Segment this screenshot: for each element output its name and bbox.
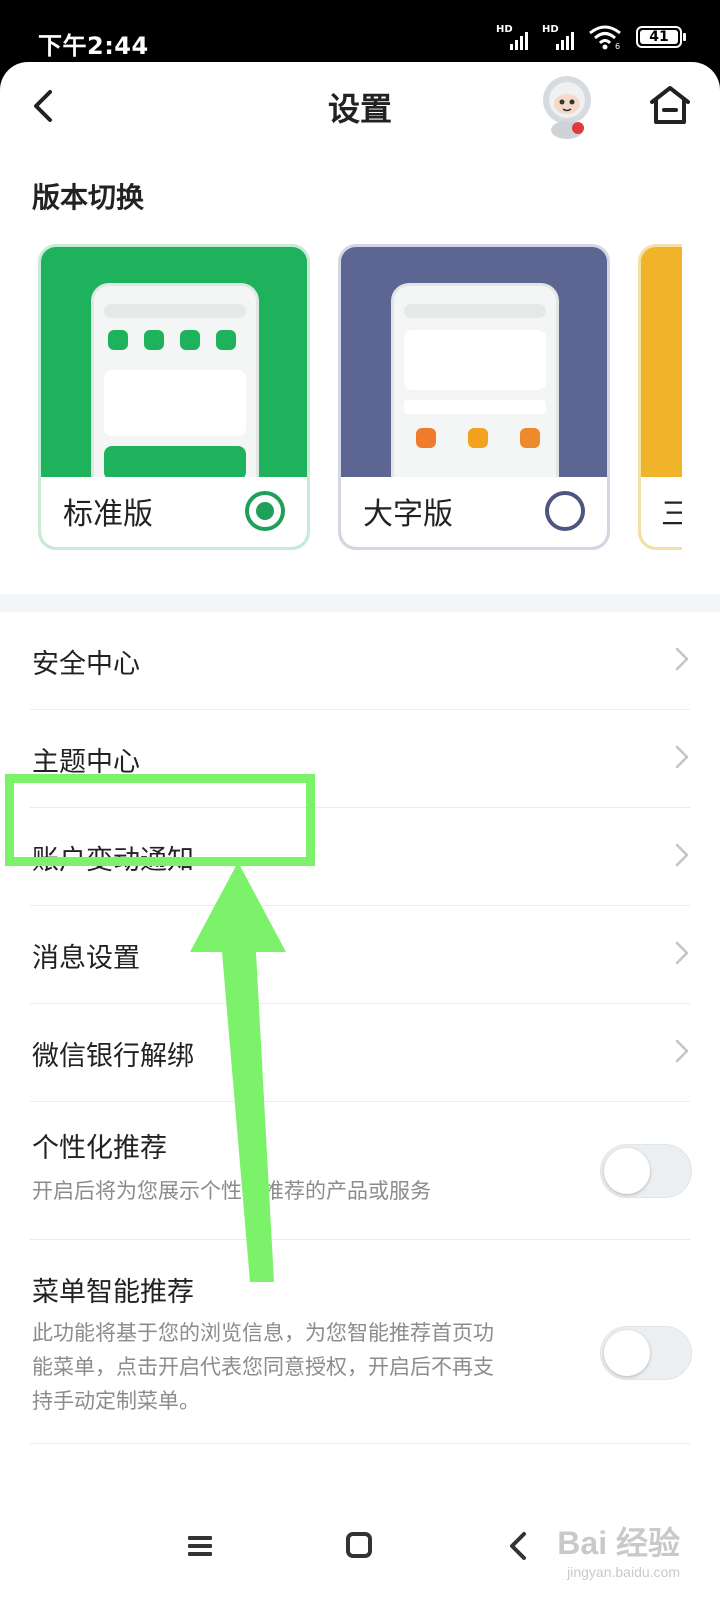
settings-item-label: 消息设置 (32, 943, 140, 974)
status-time: 下午2:44 (38, 32, 149, 60)
section-divider (0, 594, 720, 612)
settings-list: 安全中心 主题中心 账户变动通知 消息设置 微信银行解绑 个性化推荐 开启后将为… (0, 612, 720, 1444)
version-switch-label: 版本切换 (32, 181, 145, 214)
version-label-standard: 标准版 (63, 497, 153, 532)
status-icons: HD HD 6 41 (496, 24, 686, 50)
radio-selected-icon[interactable] (245, 491, 285, 531)
menu-icon[interactable] (182, 1526, 222, 1566)
menu-smart-desc-line2: 能菜单，点击开启代表您同意授权，开启后不再支 (32, 1355, 494, 1379)
home-icon[interactable] (646, 80, 694, 128)
menu-smart-toggle[interactable] (600, 1326, 692, 1380)
menu-smart-desc-line3: 持手动定制菜单。 (32, 1389, 200, 1413)
chevron-right-icon (675, 1039, 689, 1063)
home-square-icon[interactable] (340, 1526, 380, 1566)
version-card-third[interactable]: 三 (638, 244, 682, 550)
settings-item-label: 微信银行解绑 (32, 1041, 194, 1072)
header: 设置 (0, 62, 720, 152)
battery-icon: 41 (636, 26, 686, 48)
standard-preview (91, 283, 259, 493)
chevron-right-icon (675, 843, 689, 867)
back-icon[interactable] (500, 1526, 540, 1566)
chevron-right-icon (675, 647, 689, 671)
version-cards: 标准版 大字版 三 (38, 244, 682, 554)
settings-item-message-settings[interactable]: 消息设置 (30, 906, 690, 1004)
watermark-text: Bai 经验 (557, 1525, 680, 1561)
version-card-standard[interactable]: 标准版 (38, 244, 310, 550)
watermark: Bai 经验 jingyan.baidu.com (557, 1518, 680, 1580)
settings-item-personalized: 个性化推荐 开启后将为您展示个性化推荐的产品或服务 (30, 1102, 692, 1240)
version-label-large-font: 大字版 (363, 497, 453, 532)
personalized-label: 个性化推荐 (32, 1133, 167, 1164)
status-bar: 下午2:44 HD HD 6 41 (0, 0, 720, 64)
wifi-label: 6 (615, 42, 620, 50)
mascot-avatar[interactable] (534, 70, 600, 140)
menu-smart-label: 菜单智能推荐 (32, 1277, 194, 1308)
wifi-icon: 6 (589, 25, 621, 50)
system-nav-bar: Bai 经验 jingyan.baidu.com (0, 1492, 720, 1600)
settings-item-label: 安全中心 (32, 649, 140, 680)
chevron-right-icon (675, 941, 689, 965)
page-title: 设置 (327, 90, 392, 128)
radio-unselected-icon[interactable] (545, 491, 585, 531)
watermark-sub: jingyan.baidu.com (567, 1564, 680, 1580)
version-card-large-font[interactable]: 大字版 (338, 244, 610, 550)
menu-smart-desc-line1: 此功能将基于您的浏览信息，为您智能推荐首页功 (32, 1321, 494, 1345)
chevron-right-icon (675, 745, 689, 769)
battery-level: 41 (649, 29, 669, 45)
annotation-highlight-box (5, 774, 315, 866)
settings-item-wechat-unbind[interactable]: 微信银行解绑 (30, 1004, 690, 1102)
personalized-toggle[interactable] (600, 1144, 692, 1198)
signal-icon: HD (496, 24, 528, 50)
annotation-arrow (190, 862, 286, 1282)
settings-item-security-center[interactable]: 安全中心 (30, 612, 690, 710)
version-label-third: 三 (661, 489, 682, 533)
large-font-preview (391, 283, 559, 493)
signal-icon: HD (542, 24, 574, 50)
settings-item-menu-smart: 菜单智能推荐 此功能将基于您的浏览信息，为您智能推荐首页功 能菜单，点击开启代表… (30, 1240, 692, 1444)
settings-page: 设置 版本切换 标准版 大字版 安全中心 主题中心 账户变动通知 消息设置 微信… (0, 62, 720, 1600)
